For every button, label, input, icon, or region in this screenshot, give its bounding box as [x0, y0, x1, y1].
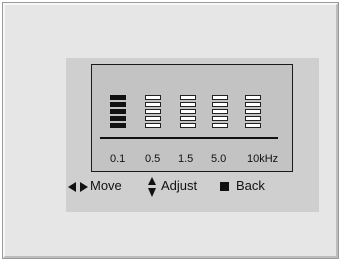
eq-segment	[145, 116, 161, 121]
left-arrow-icon	[68, 182, 76, 192]
eq-segment	[180, 95, 196, 100]
eq-segment	[245, 102, 261, 107]
eq-segment	[110, 109, 126, 114]
move-label: Move	[90, 178, 122, 193]
osd-window: 0.1 0.5 1.5 5.0 10kHz Move Adjust Back	[2, 2, 339, 259]
freq-label-10khz: 10kHz	[247, 153, 279, 165]
eq-segment	[212, 123, 228, 128]
freq-label-5.0: 5.0	[211, 153, 227, 165]
back-label: Back	[236, 178, 265, 193]
adjust-label: Adjust	[161, 178, 198, 193]
eq-segment	[110, 116, 126, 121]
eq-segment	[110, 123, 126, 128]
baseline	[100, 137, 278, 139]
eq-segment	[212, 109, 228, 114]
eq-segment	[180, 116, 196, 121]
eq-segment	[212, 116, 228, 121]
eq-segment	[245, 123, 261, 128]
freq-label-0.5: 0.5	[145, 153, 161, 165]
eq-segment	[212, 102, 228, 107]
eq-segment	[180, 102, 196, 107]
right-arrow-icon	[80, 182, 88, 192]
eq-segment	[110, 102, 126, 107]
equalizer-panel: 0.1 0.5 1.5 5.0 10kHz Move Adjust Back	[66, 58, 319, 212]
equalizer-graph: 0.1 0.5 1.5 5.0 10kHz	[91, 64, 293, 172]
eq-segment	[180, 109, 196, 114]
eq-segment	[245, 109, 261, 114]
eq-segment	[145, 95, 161, 100]
eq-segment	[245, 95, 261, 100]
stop-icon	[220, 182, 229, 191]
eq-segment	[245, 116, 261, 121]
left-right-arrow-icon	[68, 182, 88, 192]
eq-segment	[212, 95, 228, 100]
eq-segment	[145, 109, 161, 114]
eq-segment	[110, 95, 126, 100]
eq-segment	[145, 102, 161, 107]
freq-label-0.1: 0.1	[110, 153, 126, 165]
freq-label-1.5: 1.5	[178, 153, 194, 165]
eq-segment	[180, 123, 196, 128]
eq-segment	[145, 123, 161, 128]
up-down-arrow-icon	[148, 177, 156, 197]
